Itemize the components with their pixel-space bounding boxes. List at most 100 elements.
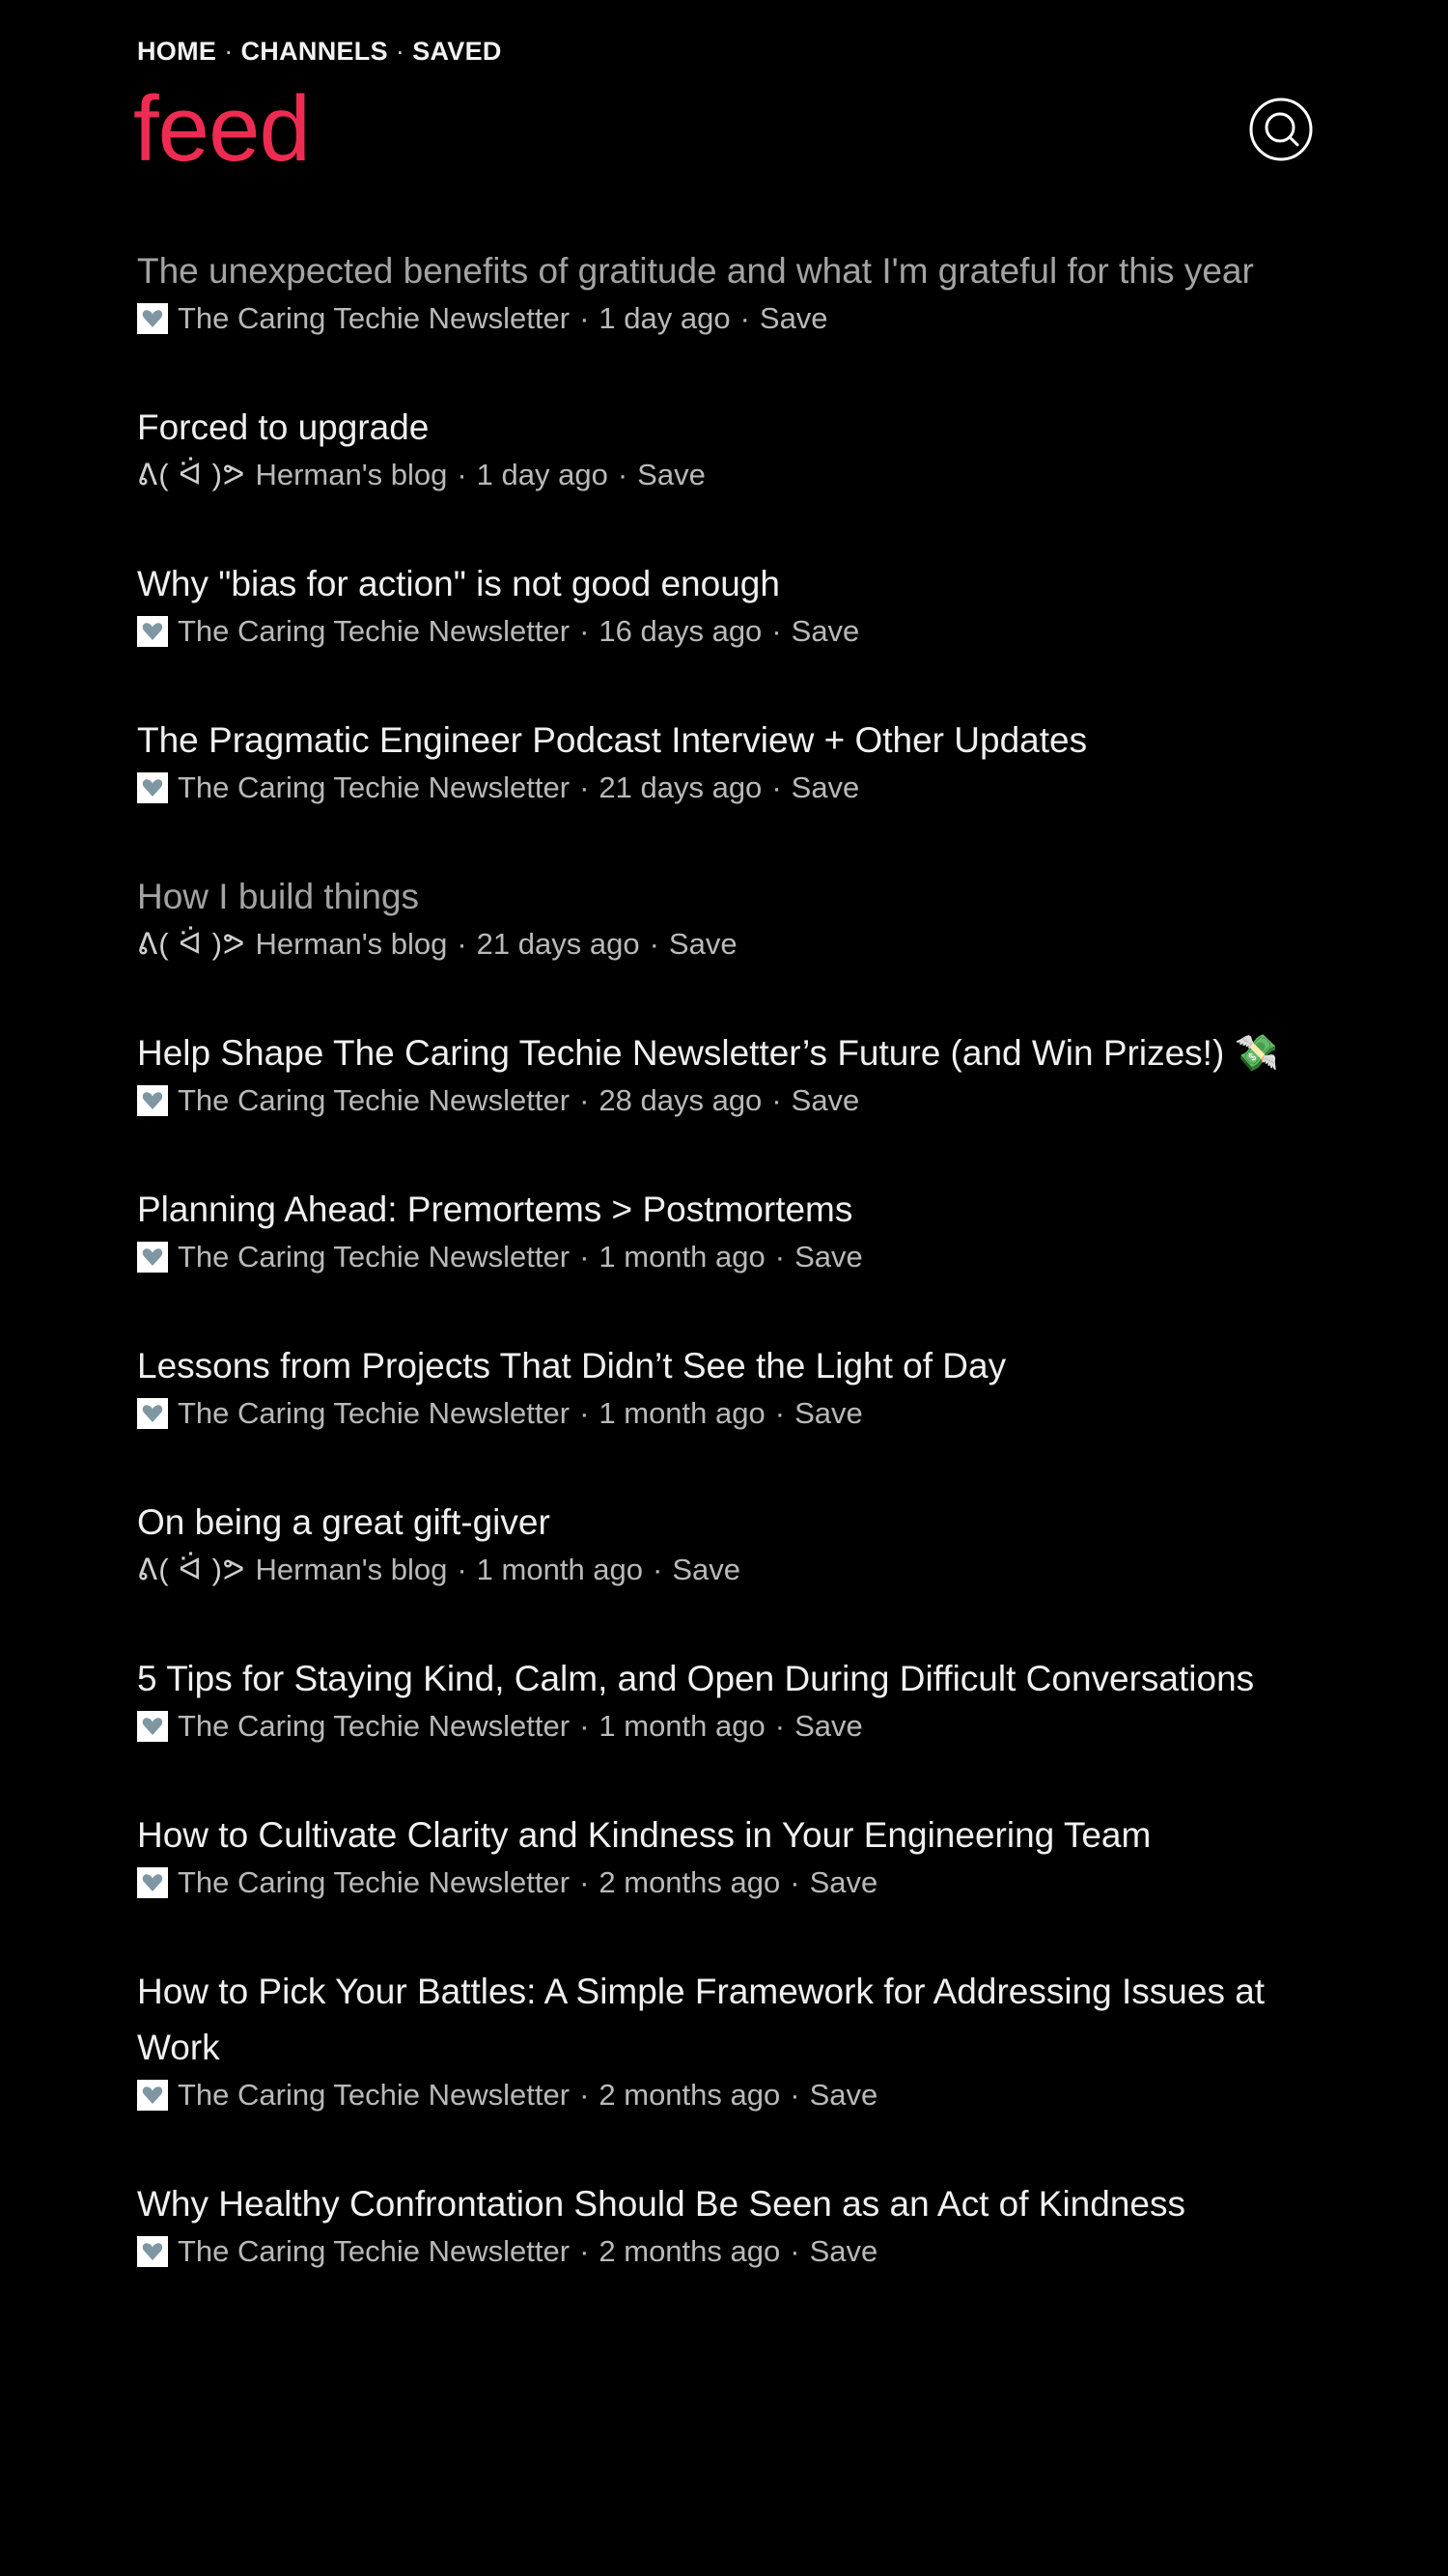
page-title: feed bbox=[133, 77, 311, 181]
feed-item-age: 16 days ago bbox=[599, 614, 763, 648]
feed-item-source: The Caring Techie Newsletter bbox=[178, 770, 571, 804]
save-link[interactable]: Save bbox=[810, 2230, 878, 2273]
search-icon bbox=[1249, 98, 1313, 161]
feed-item-meta: ᕕ( ᐛ )ᕗ Herman's blog · 21 days ago · Save bbox=[137, 923, 1315, 966]
meta-separator: · bbox=[771, 614, 782, 648]
heart-badge-icon bbox=[137, 303, 168, 334]
save-link[interactable]: Save bbox=[792, 767, 860, 809]
feed-item-meta: ᕕ( ᐛ )ᕗ Herman's blog · 1 month ago · Save bbox=[137, 1549, 1315, 1591]
nav-home-link[interactable]: HOME bbox=[137, 37, 216, 66]
feed-item-title-link[interactable]: Lessons from Projects That Didn’t See th… bbox=[137, 1338, 1315, 1394]
feed-item-title-link[interactable]: The unexpected benefits of gratitude and… bbox=[137, 243, 1315, 299]
feed-item-age: 1 month ago bbox=[476, 1553, 644, 1586]
meta-separator: · bbox=[739, 301, 750, 335]
feed-item: Help Shape The Caring Techie Newsletter’… bbox=[137, 1025, 1315, 1122]
feed-item-title-link[interactable]: How to Cultivate Clarity and Kindness in… bbox=[137, 1807, 1315, 1863]
feed-item-age: 21 days ago bbox=[599, 770, 763, 804]
feed-item-meta: The Caring Techie Newsletter · 1 month ago… bbox=[137, 1392, 1315, 1435]
save-link[interactable]: Save bbox=[794, 1236, 863, 1278]
meta-separator: · bbox=[579, 770, 590, 804]
save-link[interactable]: Save bbox=[794, 1705, 863, 1748]
save-link[interactable]: Save bbox=[794, 1392, 863, 1435]
feed-item: How to Pick Your Battles: A Simple Frame… bbox=[137, 1964, 1315, 2116]
meta-separator: · bbox=[774, 1396, 786, 1430]
nav-saved-link[interactable]: SAVED bbox=[412, 37, 502, 66]
meta-separator: · bbox=[579, 2078, 590, 2112]
kaomoji-favicon: ᕕ( ᐛ )ᕗ bbox=[137, 927, 246, 961]
meta-separator: · bbox=[579, 614, 590, 648]
save-link[interactable]: Save bbox=[637, 454, 706, 496]
feed-item-title-link[interactable]: 5 Tips for Staying Kind, Calm, and Open … bbox=[137, 1651, 1315, 1707]
meta-separator: · bbox=[774, 1240, 786, 1274]
feed-item-source: The Caring Techie Newsletter bbox=[178, 1396, 571, 1430]
feed-item-title-link[interactable]: On being a great gift-giver bbox=[137, 1495, 1315, 1551]
feed-item-age: 1 day ago bbox=[476, 458, 608, 491]
nav-channels-link[interactable]: CHANNELS bbox=[241, 37, 388, 66]
meta-separator: · bbox=[790, 1865, 800, 1899]
meta-separator: · bbox=[790, 2234, 800, 2268]
feed-item-source: Herman's blog bbox=[255, 1553, 448, 1586]
feed-item-meta: The Caring Techie Newsletter · 2 months ag… bbox=[137, 2074, 1315, 2116]
feed-item: The Pragmatic Engineer Podcast Interview… bbox=[137, 713, 1315, 809]
feed-item-age: 21 days ago bbox=[476, 927, 640, 961]
feed-item-title-link[interactable]: Why "bias for action" is not good enough bbox=[137, 556, 1315, 612]
kaomoji-favicon: ᕕ( ᐛ )ᕗ bbox=[137, 1553, 246, 1586]
feed-item-meta: The Caring Techie Newsletter · 2 months ag… bbox=[137, 2230, 1315, 2273]
feed-item-title-link[interactable]: How to Pick Your Battles: A Simple Frame… bbox=[137, 1964, 1315, 2076]
feed-item: Forced to upgrade ᕕ( ᐛ )ᕗ Herman's blog · 1 … bbox=[137, 400, 1315, 496]
meta-separator: · bbox=[771, 770, 782, 804]
heart-badge-icon bbox=[137, 772, 168, 803]
feed-item-source: The Caring Techie Newsletter bbox=[178, 1709, 571, 1743]
save-link[interactable]: Save bbox=[760, 297, 828, 340]
feed-item: 5 Tips for Staying Kind, Calm, and Open … bbox=[137, 1651, 1315, 1748]
save-link[interactable]: Save bbox=[669, 923, 738, 966]
feed-item-age: 1 month ago bbox=[599, 1240, 766, 1274]
meta-separator: · bbox=[579, 1083, 590, 1117]
feed-item-meta: The Caring Techie Newsletter · 1 day ago · S… bbox=[137, 297, 1315, 340]
nav-separator: · bbox=[395, 37, 405, 66]
meta-separator: · bbox=[579, 1709, 590, 1743]
top-navigation: HOME · CHANNELS · SAVED bbox=[137, 37, 502, 67]
heart-badge-icon bbox=[137, 1867, 168, 1898]
feed-item-title-link[interactable]: Why Healthy Confrontation Should Be Seen… bbox=[137, 2176, 1315, 2232]
meta-separator: · bbox=[579, 1240, 590, 1274]
feed-item-title-link[interactable]: Planning Ahead: Premortems > Postmortems bbox=[137, 1182, 1315, 1238]
feed-item-meta: The Caring Techie Newsletter · 21 days ago… bbox=[137, 767, 1315, 809]
meta-separator: · bbox=[579, 2234, 590, 2268]
meta-separator: · bbox=[579, 301, 590, 335]
meta-separator: · bbox=[457, 927, 467, 961]
feed-item-age: 28 days ago bbox=[599, 1083, 763, 1117]
meta-separator: · bbox=[653, 1553, 663, 1586]
feed-item-age: 2 months ago bbox=[599, 2078, 781, 2112]
meta-separator: · bbox=[649, 927, 659, 961]
save-link[interactable]: Save bbox=[672, 1549, 740, 1591]
feed-item-meta: The Caring Techie Newsletter · 1 month ago… bbox=[137, 1236, 1315, 1278]
feed-item-age: 1 day ago bbox=[599, 301, 731, 335]
feed-item: Lessons from Projects That Didn’t See th… bbox=[137, 1338, 1315, 1435]
feed-item-age: 1 month ago bbox=[599, 1709, 766, 1743]
search-button[interactable] bbox=[1248, 97, 1314, 162]
meta-separator: · bbox=[579, 1865, 590, 1899]
save-link[interactable]: Save bbox=[810, 1862, 878, 1904]
feed-item-meta: ᕕ( ᐛ )ᕗ Herman's blog · 1 day ago · Save bbox=[137, 454, 1315, 496]
feed-item-meta: The Caring Techie Newsletter · 16 days ago… bbox=[137, 610, 1315, 653]
feed-item-source: The Caring Techie Newsletter bbox=[178, 2078, 571, 2112]
meta-separator: · bbox=[771, 1083, 782, 1117]
save-link[interactable]: Save bbox=[810, 2074, 878, 2116]
kaomoji-favicon: ᕕ( ᐛ )ᕗ bbox=[137, 458, 246, 491]
save-link[interactable]: Save bbox=[792, 1079, 860, 1122]
feed-item-title-link[interactable]: Forced to upgrade bbox=[137, 400, 1315, 456]
heart-badge-icon bbox=[137, 2236, 168, 2267]
feed-item-source: Herman's blog bbox=[255, 458, 448, 491]
feed-item: Planning Ahead: Premortems > Postmortems… bbox=[137, 1182, 1315, 1278]
feed-item: How I build things ᕕ( ᐛ )ᕗ Herman's blog · 2… bbox=[137, 869, 1315, 966]
feed-item-source: The Caring Techie Newsletter bbox=[178, 1865, 571, 1899]
feed-page: HOME · CHANNELS · SAVED feed The unexpected … bbox=[0, 0, 1448, 2576]
feed-item-title-link[interactable]: The Pragmatic Engineer Podcast Interview… bbox=[137, 713, 1315, 769]
feed-item-source: The Caring Techie Newsletter bbox=[178, 614, 571, 648]
save-link[interactable]: Save bbox=[792, 610, 860, 653]
feed-item-title-link[interactable]: Help Shape The Caring Techie Newsletter’… bbox=[137, 1025, 1315, 1081]
heart-badge-icon bbox=[137, 1398, 168, 1429]
nav-separator: · bbox=[224, 37, 234, 66]
feed-item-title-link[interactable]: How I build things bbox=[137, 869, 1315, 925]
